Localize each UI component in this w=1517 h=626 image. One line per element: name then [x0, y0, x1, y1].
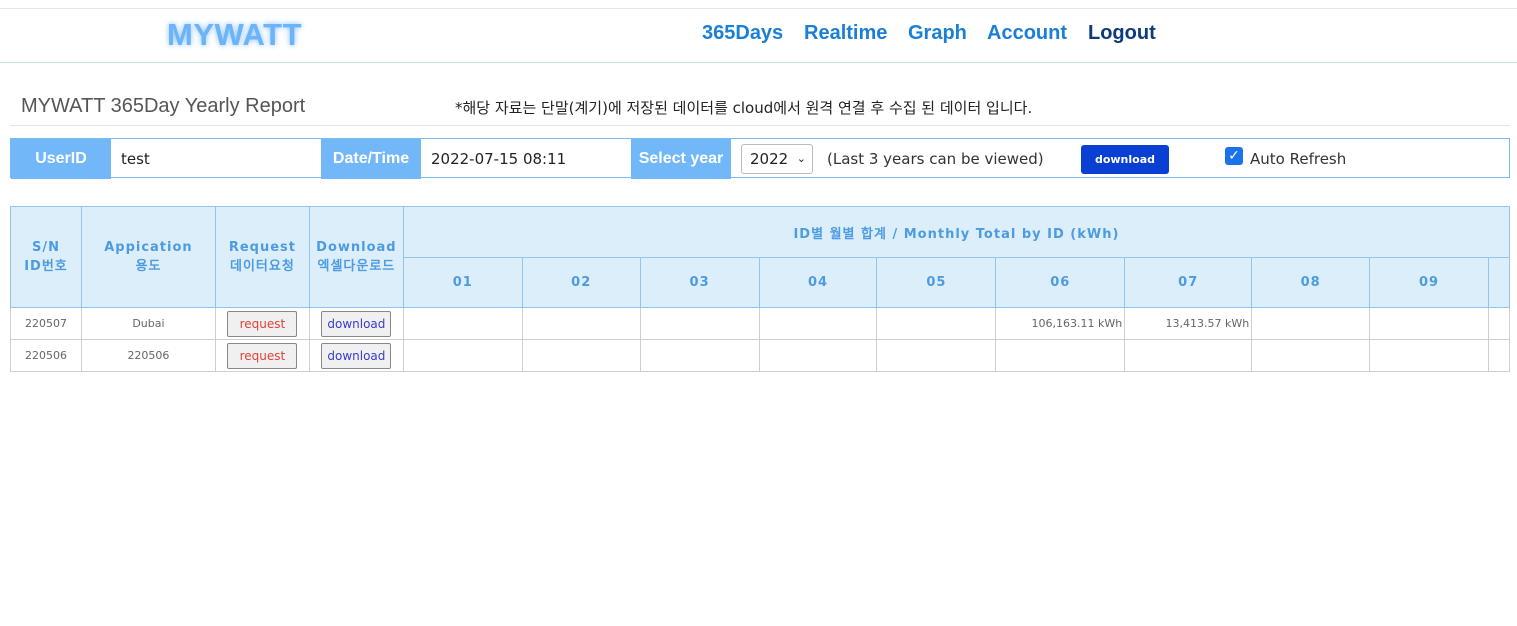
cell-download: download [308, 307, 404, 340]
cell-month-overflow [1487, 339, 1510, 372]
col-header-month: 05 [876, 257, 997, 308]
col-header-monthly: ID별 월별 합계 / Monthly Total by ID (kWh) [402, 206, 1510, 258]
col-header-application-line2: 용도 [135, 259, 162, 274]
divider [10, 125, 1510, 126]
userid-value: test [121, 150, 150, 168]
cell-month [1369, 307, 1489, 340]
table-row: 220507 Dubai request download 106,163.11… [10, 307, 1510, 340]
col-header-month: 02 [521, 257, 641, 308]
report-table-wrapper: S/N ID번호 Appication 용도 Request 데이터요청 Dow… [10, 206, 1510, 373]
navbar: MYWATT 365Days Realtime Graph Account Lo… [0, 9, 1517, 63]
auto-refresh-checkbox[interactable]: ✓ [1225, 147, 1243, 165]
col-header-request: Request 데이터요청 [214, 206, 310, 308]
cell-month [521, 339, 641, 372]
nav-realtime[interactable]: Realtime [804, 22, 887, 45]
filter-bar: UserID test Date/Time 2022-07-15 08:11 S… [10, 138, 1510, 179]
row-download-button[interactable]: download [321, 342, 392, 369]
cell-month [639, 339, 760, 372]
userid-label: UserID [11, 139, 111, 179]
cell-month [758, 307, 878, 340]
cell-month [1369, 339, 1489, 372]
cell-month-overflow [1487, 307, 1510, 340]
col-header-request-line1: Request [228, 240, 296, 255]
cell-month [995, 339, 1126, 372]
datetime-label: Date/Time [321, 139, 421, 179]
cell-month [1124, 339, 1253, 372]
nav-graph[interactable]: Graph [908, 22, 967, 45]
cell-month [639, 307, 760, 340]
report-table: S/N ID번호 Appication 용도 Request 데이터요청 Dow… [10, 206, 1510, 372]
year-select-value: 2022 [750, 150, 789, 168]
col-header-application: Appication 용도 [80, 206, 216, 308]
nav-account[interactable]: Account [987, 22, 1067, 45]
auto-refresh-label: Auto Refresh [1250, 150, 1347, 168]
col-header-download: Download 엑셀다운로드 [308, 206, 404, 308]
cell-request: request [214, 307, 310, 340]
cell-sn: 220506 [10, 339, 82, 372]
col-header-application-line1: Appication [104, 240, 193, 255]
col-header-month: 01 [402, 257, 523, 308]
request-button[interactable]: request [227, 342, 298, 369]
cell-request: request [214, 339, 310, 372]
cell-application: 220506 [80, 339, 216, 372]
col-header-download-line2: 엑셀다운로드 [317, 259, 396, 274]
col-header-month: 08 [1251, 257, 1371, 308]
page-notice: *해당 자료는 단말(계기)에 저장된 데이터를 cloud에서 원격 연결 후… [455, 99, 1033, 117]
col-header-sn: S/N ID번호 [10, 206, 82, 308]
cell-month: 13,413.57 kWh [1124, 307, 1253, 340]
col-header-month-overflow [1487, 257, 1510, 308]
request-button[interactable]: request [227, 310, 298, 337]
datetime-value: 2022-07-15 08:11 [431, 150, 567, 168]
cell-month [402, 339, 523, 372]
cell-month [402, 307, 523, 340]
col-header-request-line2: 데이터요청 [230, 259, 295, 274]
nav-365days[interactable]: 365Days [702, 22, 783, 45]
cell-download: download [308, 339, 404, 372]
cell-application: Dubai [80, 307, 216, 340]
year-note: (Last 3 years can be viewed) [827, 150, 1044, 168]
col-header-month: 03 [639, 257, 760, 308]
cell-month [758, 339, 878, 372]
cell-month [521, 307, 641, 340]
col-header-month: 06 [995, 257, 1126, 308]
col-header-month: 04 [758, 257, 878, 308]
year-label: Select year [631, 139, 731, 179]
page-title: MYWATT 365Day Yearly Report [21, 95, 306, 117]
cell-month [1251, 307, 1371, 340]
cell-sn: 220507 [10, 307, 82, 340]
col-header-month: 09 [1369, 257, 1489, 308]
col-header-sn-line2: ID번호 [24, 259, 68, 274]
chevron-down-icon: ⌄ [796, 152, 806, 165]
col-header-download-line1: Download [316, 240, 397, 255]
cell-month [1251, 339, 1371, 372]
cell-month [876, 339, 997, 372]
download-button[interactable]: download [1081, 145, 1169, 174]
col-header-month: 07 [1124, 257, 1253, 308]
row-download-button[interactable]: download [321, 310, 392, 337]
cell-month: 106,163.11 kWh [995, 307, 1126, 340]
year-select[interactable]: 2022 ⌄ [741, 144, 813, 174]
col-header-sn-line1: S/N [31, 240, 60, 255]
cell-month [876, 307, 997, 340]
logo[interactable]: MYWATT [167, 17, 302, 53]
nav-logout[interactable]: Logout [1088, 22, 1156, 45]
table-row: 220506 220506 request download [10, 339, 1510, 372]
